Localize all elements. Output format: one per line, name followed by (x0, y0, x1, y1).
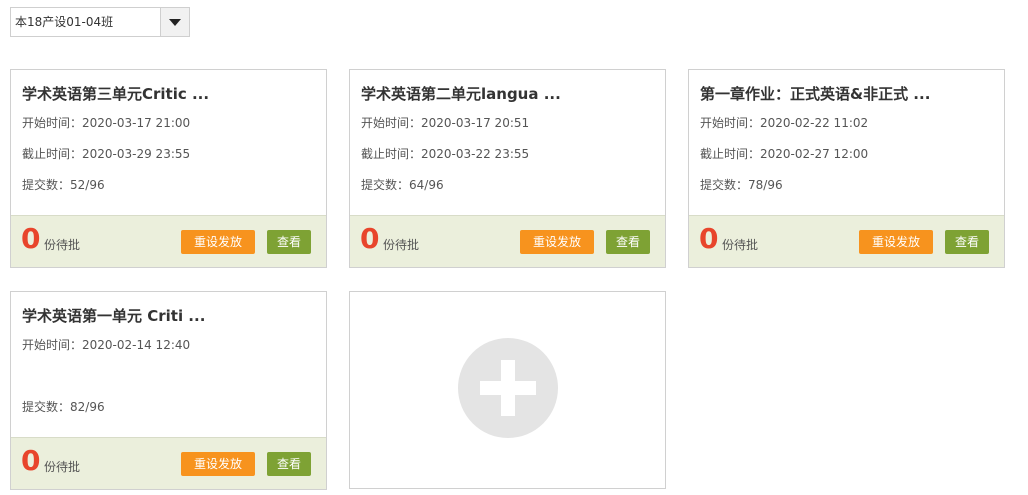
assignment-title[interactable]: 学术英语第二单元langua ... (361, 83, 657, 105)
view-button[interactable]: 查看 (267, 452, 311, 476)
view-button[interactable]: 查看 (945, 230, 989, 254)
assignment-start-time: 开始时间：2020-02-14 12:40 (22, 338, 191, 352)
assignment-submitted-count: 提交数：78/96 (700, 178, 783, 192)
assignment-card: 学术英语第二单元langua ... 开始时间：2020-03-17 20:51… (349, 69, 666, 268)
assignment-start-time: 开始时间：2020-03-17 20:51 (361, 116, 530, 130)
class-selector[interactable]: 本18产设01-04班 (10, 7, 190, 37)
pending-label: 份待批 (44, 460, 81, 474)
assignment-card-footer: 0 份待批 重设发放 查看 (689, 215, 1004, 267)
assignment-title[interactable]: 学术英语第一单元 Criti ... (22, 305, 318, 327)
class-selector-value: 本18产设01-04班 (15, 15, 114, 29)
reset-distribution-button[interactable]: 重设发放 (181, 230, 255, 254)
add-assignment-card[interactable] (349, 291, 666, 489)
reset-distribution-button[interactable]: 重设发放 (859, 230, 933, 254)
assignment-card-footer: 0 份待批 重设发放 查看 (350, 215, 665, 267)
assignment-submitted-count: 提交数：64/96 (361, 178, 444, 192)
assignment-card-footer: 0 份待批 重设发放 查看 (11, 437, 326, 489)
plus-icon (458, 338, 558, 438)
assignment-start-time: 开始时间：2020-02-22 11:02 (700, 116, 869, 130)
assignment-page: 本18产设01-04班 学术英语第三单元Critic ... 开始时间：2020… (0, 0, 1028, 495)
pending-label: 份待批 (722, 238, 759, 252)
class-selector-dropdown-button[interactable] (160, 8, 189, 36)
assignment-deadline: 截止时间：2020-02-27 12:00 (700, 147, 869, 161)
view-button[interactable]: 查看 (606, 230, 650, 254)
assignment-title[interactable]: 学术英语第三单元Critic ... (22, 83, 318, 105)
assignment-deadline: 截止时间：2020-03-29 23:55 (22, 147, 191, 161)
pending-label: 份待批 (383, 238, 420, 252)
reset-distribution-button[interactable]: 重设发放 (520, 230, 594, 254)
assignment-card-footer: 0 份待批 重设发放 查看 (11, 215, 326, 267)
assignment-submitted-count: 提交数：52/96 (22, 178, 105, 192)
assignment-card: 学术英语第一单元 Criti ... 开始时间：2020-02-14 12:40… (10, 291, 327, 490)
reset-distribution-button[interactable]: 重设发放 (181, 452, 255, 476)
pending-count: 0 (699, 222, 719, 255)
assignment-card: 学术英语第三单元Critic ... 开始时间：2020-03-17 21:00… (10, 69, 327, 268)
pending-count: 0 (360, 222, 380, 255)
chevron-down-icon (169, 18, 181, 26)
view-button[interactable]: 查看 (267, 230, 311, 254)
pending-count: 0 (21, 222, 41, 255)
assignment-card: 第一章作业：正式英语&非正式 ... 开始时间：2020-02-22 11:02… (688, 69, 1005, 268)
pending-label: 份待批 (44, 238, 81, 252)
pending-count: 0 (21, 444, 41, 477)
assignment-title[interactable]: 第一章作业：正式英语&非正式 ... (700, 83, 996, 105)
assignment-submitted-count: 提交数：82/96 (22, 400, 105, 414)
assignment-start-time: 开始时间：2020-03-17 21:00 (22, 116, 191, 130)
assignment-deadline: 截止时间：2020-03-22 23:55 (361, 147, 530, 161)
